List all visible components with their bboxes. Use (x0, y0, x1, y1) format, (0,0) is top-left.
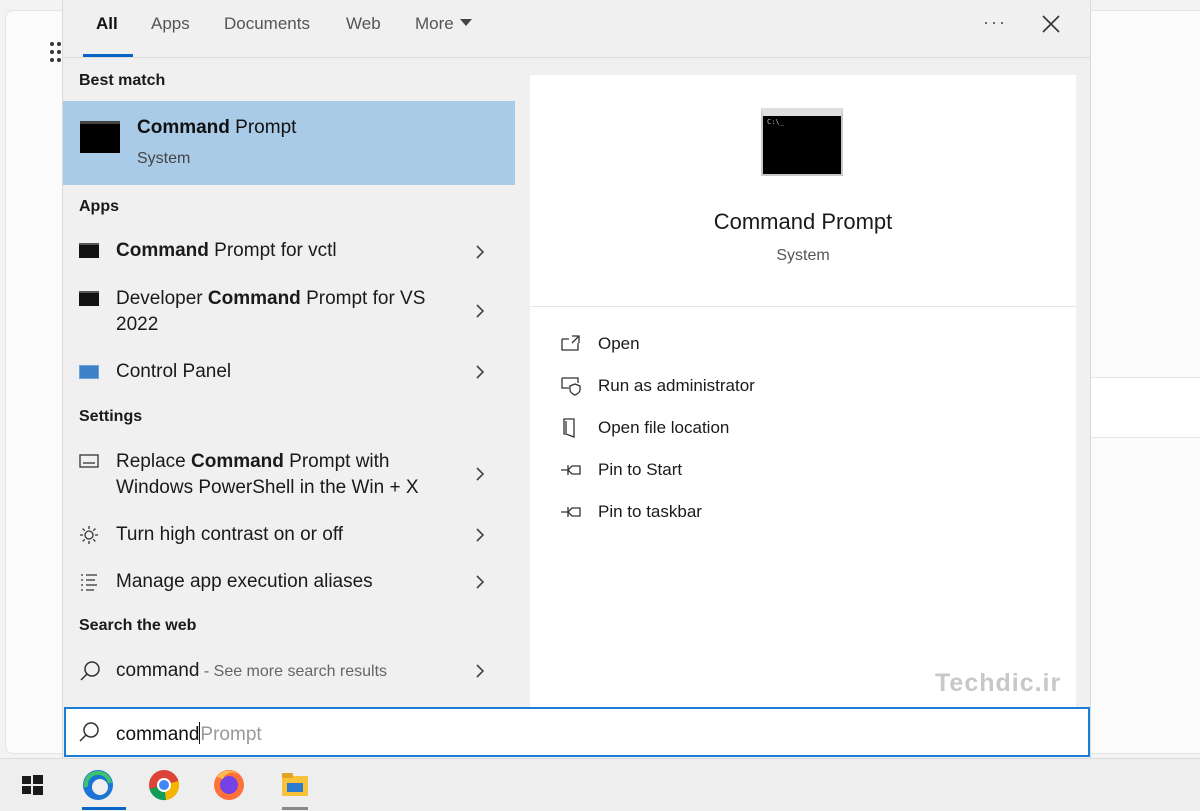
label-bold: Command (207, 288, 301, 309)
list-item-control-panel[interactable]: Control Panel (63, 358, 515, 388)
control-panel-icon (79, 365, 99, 379)
settings-heading: Settings (79, 408, 143, 425)
watermark: Techdic.ir (935, 669, 1062, 697)
command-prompt-icon (80, 121, 120, 153)
chevron-right-icon[interactable] (473, 365, 487, 379)
web-query: command (116, 660, 200, 681)
best-match-title-rest: Prompt (229, 117, 297, 138)
app-grid-icon[interactable] (50, 40, 62, 66)
action-label: Open (598, 334, 640, 353)
list-settings-icon (81, 574, 97, 591)
action-label: Pin to taskbar (598, 502, 702, 521)
list-item-web-search[interactable]: command - See more search results (63, 657, 515, 687)
search-text: commandPrompt (116, 722, 262, 746)
web-more-results: - See more search results (199, 663, 388, 680)
close-icon[interactable] (1039, 12, 1063, 36)
label-bold: Command (116, 240, 209, 261)
search-panel: All Apps Documents Web More ··· Best mat… (62, 0, 1091, 758)
chevron-right-icon[interactable] (473, 664, 487, 678)
list-item-command-prompt-vctl[interactable]: Command Prompt for vctl (63, 237, 515, 267)
preview-title: Command Prompt (713, 209, 893, 234)
action-label: Run as administrator (598, 376, 755, 395)
label-prefix: Developer (116, 288, 208, 309)
active-tab-indicator (83, 54, 133, 57)
tab-all[interactable]: All (96, 14, 118, 34)
search-web-heading: Search the web (79, 617, 197, 634)
search-icon (80, 661, 100, 681)
chevron-right-icon[interactable] (473, 467, 487, 481)
background-panel (1090, 377, 1200, 438)
list-item-label: Replace Command Prompt with Windows Powe… (116, 449, 446, 501)
tab-more-label: More (415, 14, 454, 33)
list-item-label: command - See more search results (116, 658, 446, 685)
list-item-high-contrast[interactable]: Turn high contrast on or off (63, 521, 515, 551)
best-match-heading: Best match (79, 72, 166, 89)
divider (530, 306, 1076, 307)
action-pin-to-taskbar[interactable]: Pin to taskbar (560, 500, 960, 526)
action-label: Pin to Start (598, 460, 683, 479)
edge-icon[interactable] (80, 767, 116, 803)
chevron-right-icon[interactable] (473, 575, 487, 589)
action-open-file-location[interactable]: Open file location (560, 416, 960, 442)
shield-icon (561, 377, 581, 396)
search-suggestion: Prompt (200, 724, 262, 745)
pin-icon (561, 465, 581, 475)
best-match-item[interactable]: Command Prompt System (63, 101, 515, 185)
pin-icon (561, 507, 581, 517)
open-icon (561, 335, 580, 351)
keyboard-icon (79, 454, 99, 468)
tab-more[interactable]: More (415, 14, 472, 34)
preview-subtitle: System (776, 247, 830, 264)
action-pin-to-start[interactable]: Pin to Start (560, 458, 960, 484)
file-explorer-icon[interactable] (277, 767, 313, 803)
label-suffix: Prompt for vctl (208, 240, 337, 261)
windows-start-icon[interactable] (14, 767, 50, 803)
label-bold: Command (191, 451, 284, 472)
search-tabs-bar: All Apps Documents Web More ··· (63, 0, 1090, 58)
best-match-title-bold: Command (137, 117, 230, 138)
list-item-replace-command-prompt[interactable]: Replace Command Prompt with Windows Powe… (63, 448, 515, 502)
firefox-icon[interactable] (211, 767, 247, 803)
label-prefix: Replace (116, 451, 191, 472)
list-item-label: Control Panel (116, 361, 232, 382)
tab-documents[interactable]: Documents (224, 14, 310, 34)
command-prompt-icon (79, 291, 99, 306)
list-item-developer-command-prompt[interactable]: Developer Command Prompt for VS 2022 (63, 285, 515, 339)
search-icon (79, 722, 99, 742)
list-item-label: Developer Command Prompt for VS 2022 (116, 286, 456, 338)
command-prompt-icon (79, 243, 99, 258)
preview-pane: C:\_ Command Prompt System Open Run as a… (530, 75, 1076, 707)
search-typed: command (116, 724, 200, 745)
apps-heading: Apps (79, 198, 119, 215)
best-match-subtitle: System (137, 150, 191, 167)
best-match-title: Command Prompt (137, 117, 296, 139)
action-open[interactable]: Open (560, 332, 960, 358)
chevron-right-icon[interactable] (473, 304, 487, 318)
tab-web[interactable]: Web (346, 14, 381, 34)
caret-down-icon (459, 19, 472, 26)
action-run-as-administrator[interactable]: Run as administrator (560, 374, 960, 400)
taskbar (0, 758, 1200, 811)
chrome-icon[interactable] (146, 767, 182, 803)
chevron-right-icon[interactable] (473, 528, 487, 542)
list-item-label: Command Prompt for vctl (116, 238, 446, 264)
action-label: Open file location (598, 418, 730, 437)
file-location-icon (563, 418, 575, 438)
command-prompt-icon: C:\_ (761, 108, 843, 176)
list-item-label: Manage app execution aliases (116, 571, 373, 592)
chevron-right-icon[interactable] (473, 245, 487, 259)
brightness-icon (80, 526, 98, 544)
list-item-app-execution-aliases[interactable]: Manage app execution aliases (63, 568, 515, 598)
more-options-icon[interactable]: ··· (983, 12, 1007, 33)
tab-apps[interactable]: Apps (151, 14, 190, 34)
search-input[interactable]: commandPrompt (64, 707, 1090, 757)
active-app-indicator (82, 807, 126, 810)
list-item-label: Turn high contrast on or off (116, 524, 344, 545)
running-app-indicator (282, 807, 308, 810)
